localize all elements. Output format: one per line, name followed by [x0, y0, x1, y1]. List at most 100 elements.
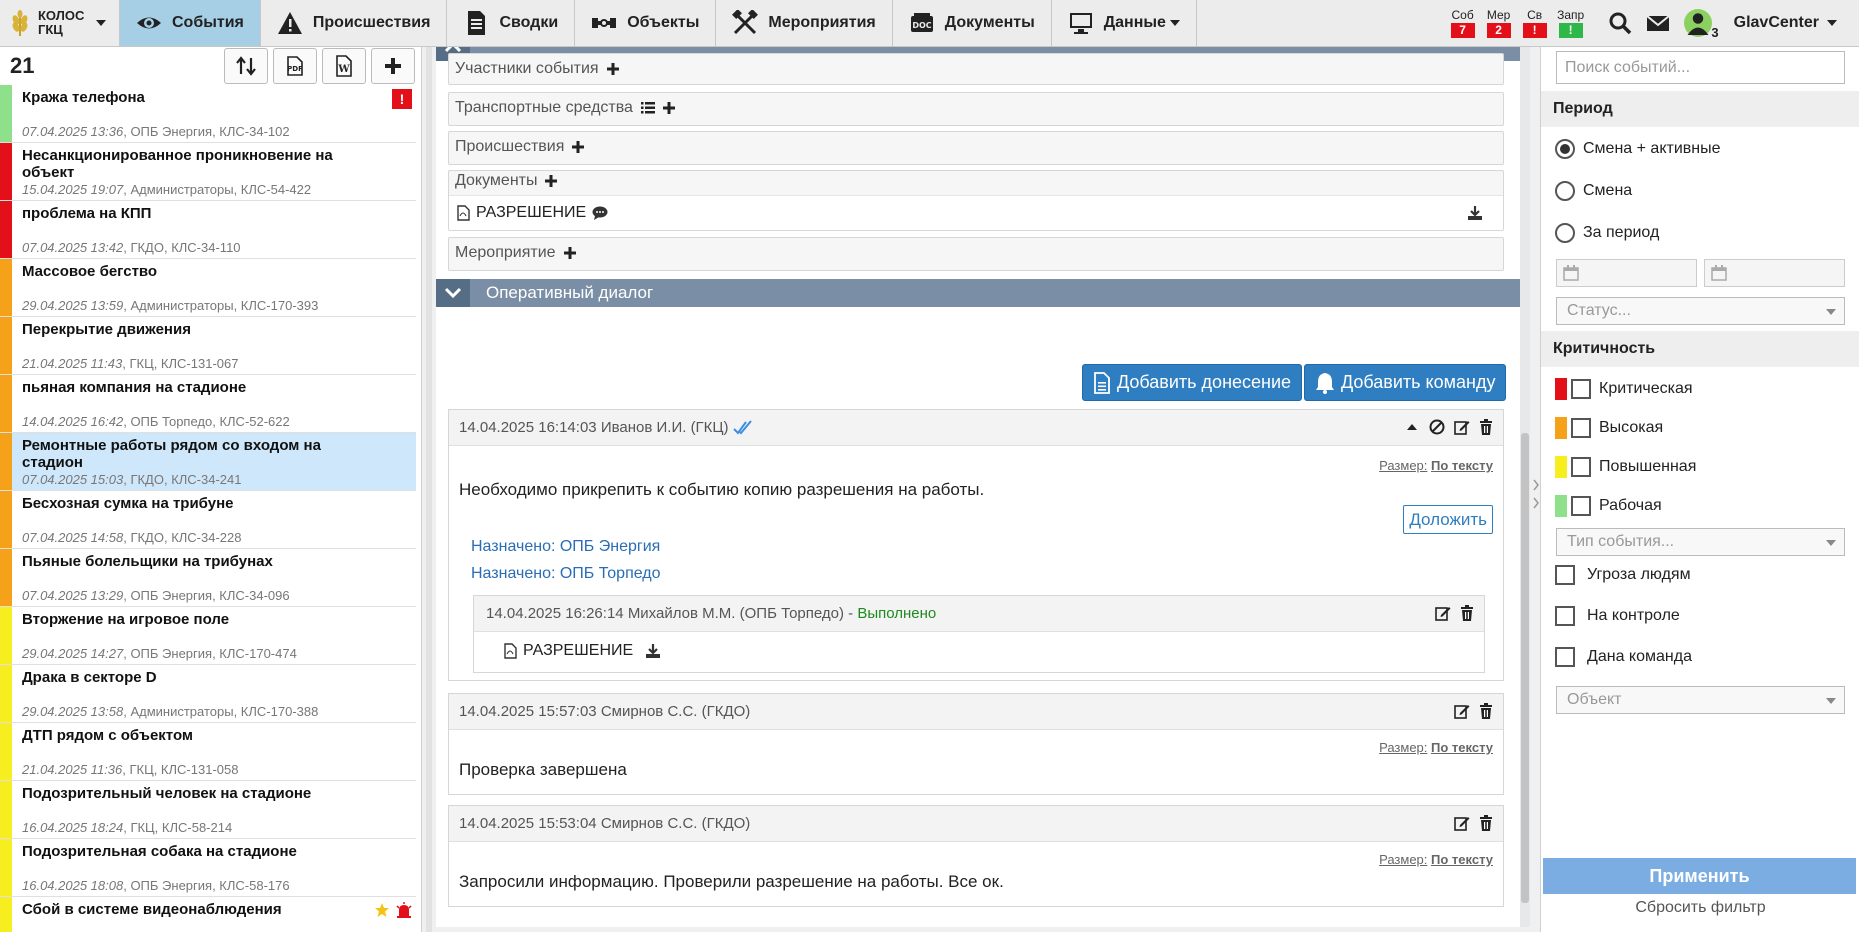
events-scrollbar[interactable] — [426, 47, 432, 932]
document-name[interactable]: РАЗРЕШЕНИЕ — [476, 204, 586, 222]
attachment-name[interactable]: РАЗРЕШЕНИЕ — [523, 642, 633, 660]
edit-icon[interactable] — [1454, 815, 1470, 831]
checkbox[interactable] — [1555, 647, 1575, 667]
event-item[interactable]: Массовое бегство 29.04.2025 13:59, Админи… — [0, 259, 416, 317]
download-icon[interactable] — [1467, 206, 1483, 220]
period-option-shift-active[interactable]: Смена + активные — [1555, 139, 1721, 159]
date-to-input[interactable] — [1704, 259, 1845, 287]
assigned-line[interactable]: Назначено: ОПБ Энергия — [471, 538, 660, 556]
export-word-button[interactable]: W — [322, 48, 366, 84]
event-item[interactable]: Перекрытие движения 21.04.2025 11:43, ГКЦ… — [0, 317, 416, 375]
user-menu[interactable]: GlavCenter — [1724, 0, 1859, 46]
list-icon[interactable] — [640, 102, 655, 114]
plus-icon[interactable] — [563, 247, 576, 259]
checkbox[interactable] — [1571, 418, 1591, 438]
add-command-button[interactable]: Добавить команду — [1304, 364, 1507, 401]
collapse-toggle[interactable] — [436, 279, 470, 307]
event-item[interactable]: проблема на КПП 07.04.2025 13:42, ГКДО, К… — [0, 201, 416, 259]
trash-icon[interactable] — [1479, 815, 1493, 831]
checkbox[interactable] — [1555, 606, 1575, 626]
threat-to-people-filter[interactable]: Угроза людям — [1555, 565, 1691, 585]
dialog-section-bar[interactable]: Оперативный диалог — [436, 279, 1526, 307]
object-select[interactable]: Объект — [1556, 686, 1845, 714]
period-option-range[interactable]: За период — [1555, 223, 1659, 243]
event-item[interactable]: пьяная компания на стадионе 14.04.2025 16… — [0, 375, 416, 433]
add-event-button[interactable] — [371, 48, 415, 84]
nav-summaries[interactable]: Сводки — [447, 0, 576, 46]
event-item[interactable]: Бесхозная сумка на трибуне 07.04.2025 14:… — [0, 491, 416, 549]
add-report-button[interactable]: Добавить донесение — [1082, 364, 1303, 401]
scrollbar-thumb[interactable] — [1521, 433, 1529, 903]
command-given-filter[interactable]: Дана команда — [1555, 647, 1692, 667]
plus-icon[interactable] — [606, 63, 619, 75]
status-select[interactable]: Статус... — [1556, 297, 1845, 325]
nav-data[interactable]: Данные — [1052, 0, 1197, 46]
panel-resize-handle[interactable] — [1532, 470, 1540, 520]
event-item[interactable]: Подозрительная собака на стадионе 16.04.2… — [0, 839, 416, 897]
report-button[interactable]: Доложить — [1403, 505, 1493, 534]
event-item[interactable]: Вторжение на игровое поле 29.04.2025 14:2… — [0, 607, 416, 665]
edit-icon[interactable] — [1435, 605, 1451, 621]
details-scrollbar[interactable] — [1520, 47, 1530, 927]
plus-icon[interactable] — [572, 141, 585, 153]
assigned-line[interactable]: Назначено: ОПБ Торпедо — [471, 565, 661, 583]
trash-icon[interactable] — [1460, 605, 1474, 621]
sort-button[interactable] — [224, 48, 268, 84]
criticality-high[interactable]: Высокая — [1555, 417, 1663, 439]
download-icon[interactable] — [645, 644, 661, 658]
radio-button[interactable] — [1555, 181, 1575, 201]
event-item[interactable]: ДТП рядом с объектом 21.04.2025 11:36, ГК… — [0, 723, 416, 781]
nav-documents[interactable]: DOC Документы — [893, 0, 1052, 46]
plus-icon[interactable] — [545, 175, 558, 187]
search-icon[interactable] — [1608, 11, 1632, 35]
trash-icon[interactable] — [1479, 703, 1493, 719]
counter-summaries[interactable]: Св ! — [1520, 8, 1550, 38]
document-row[interactable]: РАЗРЕШЕНИЕ — [449, 195, 1503, 230]
nav-events[interactable]: События — [120, 0, 261, 46]
search-input[interactable]: Поиск событий... — [1556, 51, 1845, 84]
event-item[interactable]: Ремонтные работы рядом со входом на стад… — [0, 433, 416, 491]
size-value[interactable]: По тексту — [1431, 740, 1493, 755]
cancel-icon[interactable] — [1429, 419, 1445, 435]
radio-button[interactable] — [1555, 223, 1575, 243]
nav-objects[interactable]: Объекты — [575, 0, 717, 46]
caret-up-icon[interactable] — [1404, 419, 1420, 435]
event-item[interactable]: Пьяные болельщики на трибунах 07.04.2025 … — [0, 549, 416, 607]
event-item[interactable]: Драка в секторе D 29.04.2025 13:58, Админ… — [0, 665, 416, 723]
plus-icon[interactable] — [662, 102, 675, 114]
edit-icon[interactable] — [1454, 419, 1470, 435]
event-item[interactable]: Несанкционированное проникновение на объ… — [0, 143, 416, 201]
criticality-elevated[interactable]: Повышенная — [1555, 456, 1696, 478]
size-value[interactable]: По тексту — [1431, 458, 1493, 473]
counter-requests[interactable]: Запр ! — [1556, 8, 1586, 38]
trash-icon[interactable] — [1479, 419, 1493, 435]
nav-activities[interactable]: Мероприятия — [716, 0, 893, 46]
counter-activities[interactable]: Мер 2 — [1484, 8, 1514, 38]
event-item[interactable]: Сбой в системе видеонаблюдения — [0, 897, 416, 932]
event-item[interactable]: Кража телефона 07.04.2025 13:36, ОПБ Энер… — [0, 85, 416, 143]
size-value[interactable]: По тексту — [1431, 852, 1493, 867]
mail-icon[interactable] — [1645, 11, 1670, 35]
apply-filter-button[interactable]: Применить — [1543, 858, 1856, 894]
counter-events[interactable]: Соб 7 — [1448, 8, 1478, 38]
radio-button[interactable] — [1555, 139, 1575, 159]
checkbox[interactable] — [1571, 379, 1591, 399]
criticality-critical[interactable]: Критическая — [1555, 378, 1693, 400]
edit-icon[interactable] — [1454, 703, 1470, 719]
export-pdf-button[interactable]: PDF — [273, 48, 317, 84]
checkbox[interactable] — [1571, 457, 1591, 477]
date-from-input[interactable] — [1556, 259, 1697, 287]
comment-icon[interactable] — [592, 206, 608, 220]
event-type-select[interactable]: Тип события... — [1556, 528, 1845, 556]
criticality-working[interactable]: Рабочая — [1555, 495, 1662, 517]
checkbox[interactable] — [1555, 565, 1575, 585]
reply-attachment[interactable]: РАЗРЕШЕНИЕ — [504, 642, 661, 660]
event-item[interactable]: Подозрительный человек на стадионе 16.04.… — [0, 781, 416, 839]
period-option-shift[interactable]: Смена — [1555, 181, 1632, 201]
nav-incidents[interactable]: Происшествия — [261, 0, 448, 46]
online-users[interactable]: 3 — [1683, 9, 1719, 40]
under-control-filter[interactable]: На контроле — [1555, 606, 1680, 626]
checkbox[interactable] — [1571, 496, 1591, 516]
reset-filter-link[interactable]: Сбросить фильтр — [1541, 899, 1859, 917]
brand-menu[interactable]: КОЛОС ГКЦ — [0, 0, 120, 46]
